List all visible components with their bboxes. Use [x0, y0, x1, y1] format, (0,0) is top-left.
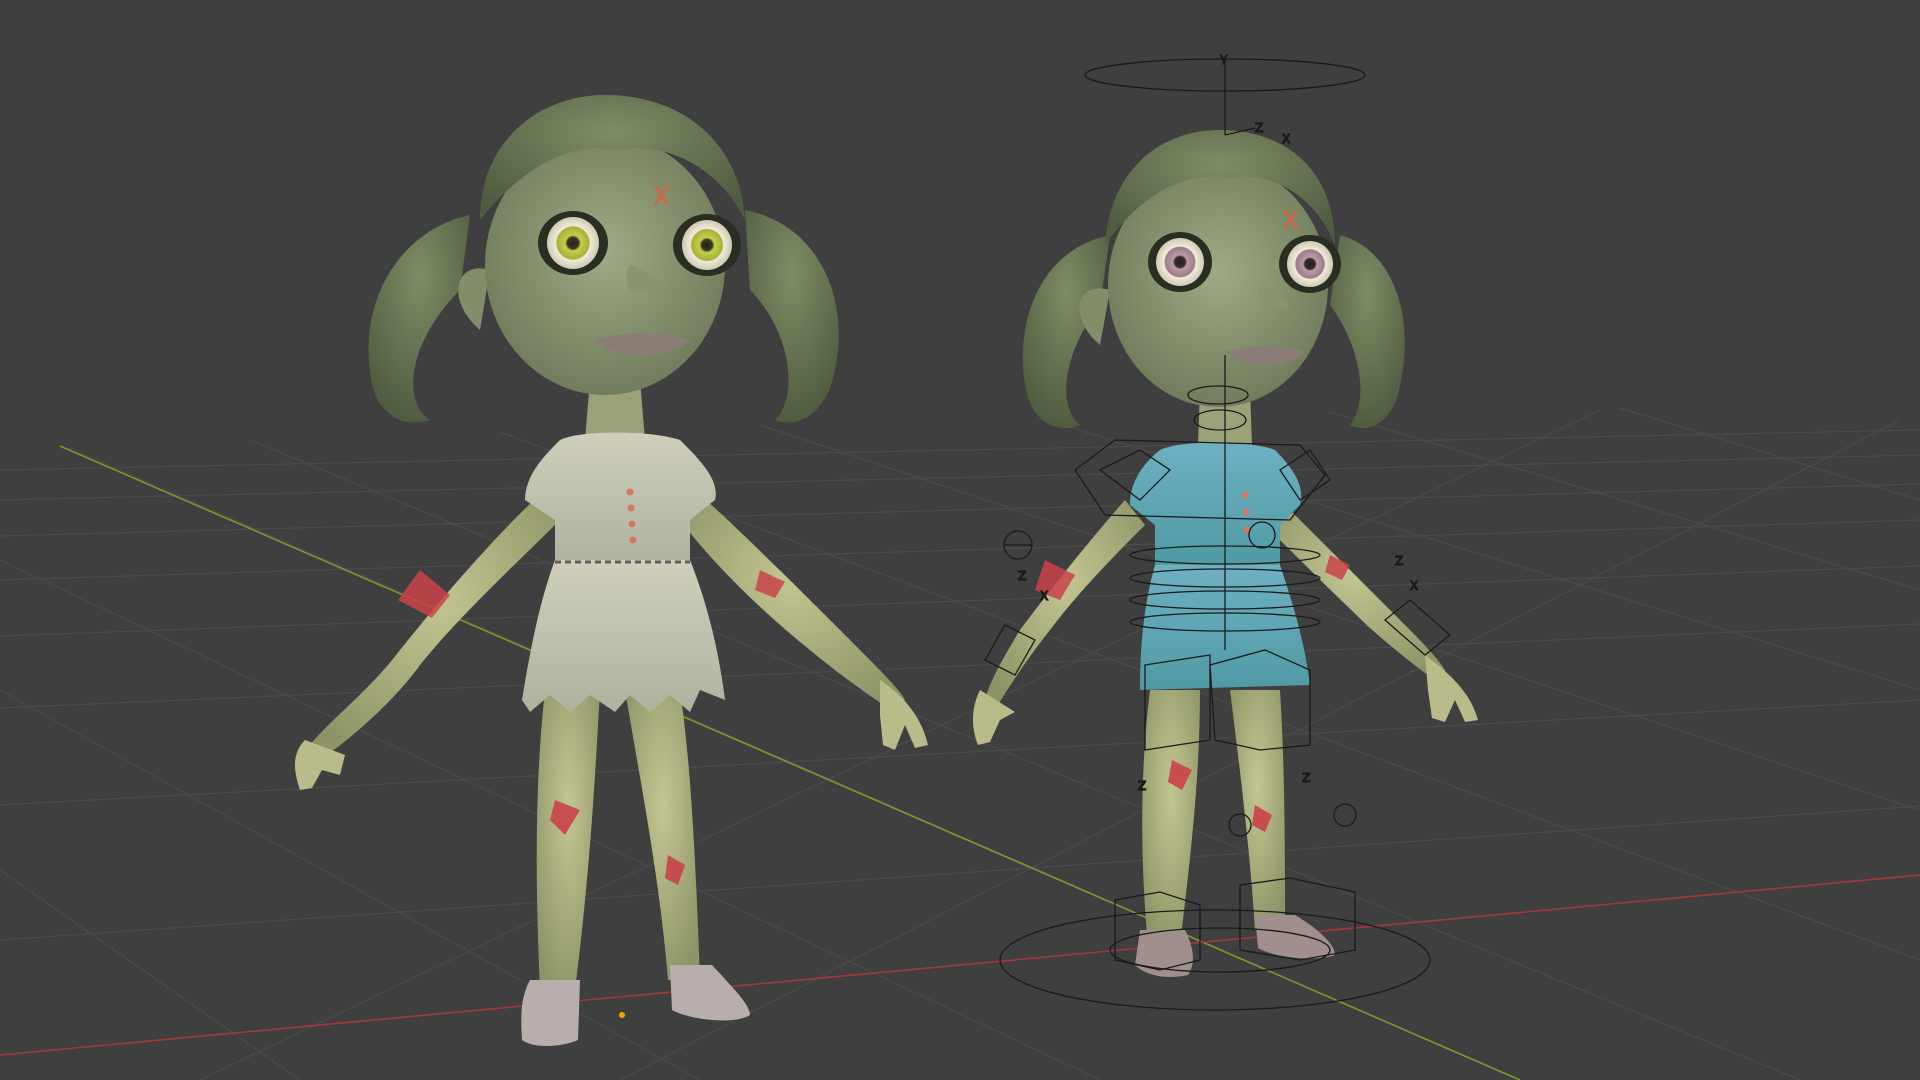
- dress-button: [629, 536, 637, 544]
- left-hand-right: [880, 680, 928, 750]
- dress-button: [626, 488, 634, 496]
- bone-axis-z-label: Z: [1018, 569, 1026, 583]
- left-leg-left: [536, 690, 600, 990]
- eye-left-ball: [1156, 238, 1204, 286]
- right-shoe-right: [1255, 915, 1335, 959]
- bone-axis-z-label: Z: [1395, 554, 1403, 568]
- right-pigtail-right: [1330, 235, 1405, 429]
- eye-right-ball: [1287, 241, 1333, 287]
- dress-button: [1241, 491, 1249, 499]
- left-shoe-right: [670, 965, 750, 1021]
- x-axis-line: [0, 874, 1920, 1056]
- dress-button: [628, 520, 636, 528]
- root-control-circle[interactable]: [999, 909, 1431, 1011]
- character-left[interactable]: [295, 95, 928, 1046]
- right-leg-left: [1142, 690, 1200, 945]
- left-pigtail-right: [745, 210, 839, 423]
- left-ear: [458, 268, 490, 330]
- floor-grid: [0, 407, 1920, 1080]
- left-ear: [1079, 288, 1110, 345]
- left-leg-right: [625, 690, 700, 980]
- right-hand-right: [1425, 655, 1478, 722]
- right-shoe-left: [1135, 930, 1193, 977]
- eye-right-ball: [682, 220, 732, 270]
- viewport-canvas[interactable]: Y Z X Z X Z X Z Z: [0, 0, 1920, 1080]
- eye-left-ball: [547, 217, 599, 269]
- bone-axis-z-label: Z: [1138, 779, 1146, 793]
- bone-axis-x-label: X: [1040, 589, 1048, 603]
- right-arm-left: [985, 500, 1145, 705]
- root-z-label: Z: [1255, 121, 1263, 135]
- left-pigtail-left: [368, 215, 470, 423]
- knee-pole-target[interactable]: [1333, 803, 1357, 827]
- dress-button: [1242, 508, 1250, 516]
- left-hand-left: [295, 740, 345, 790]
- 3d-viewport[interactable]: Y Z X Z X Z X Z Z: [0, 0, 1920, 1080]
- bone-axis-x-label: X: [1410, 579, 1418, 593]
- dress-button: [627, 504, 635, 512]
- dress-skirt: [522, 560, 725, 712]
- left-arm-left: [310, 490, 560, 760]
- root-x-label: X: [1282, 132, 1290, 146]
- bone-axis-z-label: Z: [1302, 771, 1310, 785]
- root-y-label: Y: [1219, 53, 1228, 67]
- dress-top: [525, 432, 716, 560]
- object-origin-marker[interactable]: [619, 1012, 625, 1018]
- left-shoe-left: [521, 980, 580, 1046]
